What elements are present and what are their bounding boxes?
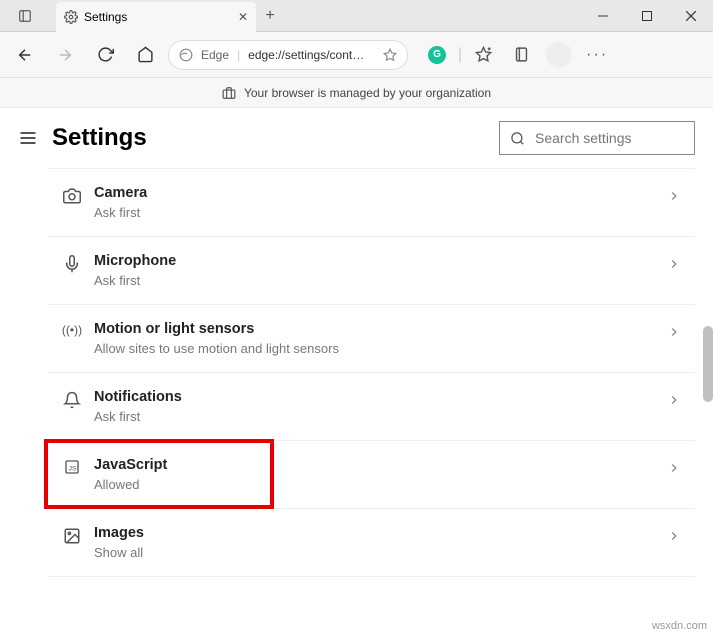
- microphone-icon: [58, 253, 86, 273]
- favorite-icon[interactable]: [383, 48, 397, 62]
- address-bar[interactable]: Edge | edge://settings/cont…: [168, 40, 408, 70]
- row-subtitle: Allowed: [94, 477, 667, 492]
- titlebar: Settings ✕ +: [0, 0, 713, 32]
- profile-button[interactable]: [542, 38, 576, 72]
- refresh-button[interactable]: [88, 38, 122, 72]
- row-subtitle: Show all: [94, 545, 667, 560]
- tab-strip-left: [0, 0, 50, 31]
- tab-title: Settings: [84, 10, 232, 24]
- managed-banner: Your browser is managed by your organiza…: [0, 78, 713, 108]
- search-icon: [510, 131, 525, 146]
- row-title: Motion or light sensors: [94, 321, 667, 337]
- row-title: Microphone: [94, 253, 667, 269]
- window-controls: [581, 0, 713, 31]
- scrollbar-thumb[interactable]: [703, 326, 713, 402]
- favorites-icon[interactable]: [466, 38, 500, 72]
- row-subtitle: Allow sites to use motion and light sens…: [94, 341, 667, 356]
- chevron-right-icon: [667, 185, 681, 203]
- browser-tab[interactable]: Settings ✕: [56, 2, 256, 32]
- menu-button[interactable]: ···: [580, 38, 614, 72]
- close-window-button[interactable]: [669, 0, 713, 31]
- svg-text:JS: JS: [69, 465, 77, 472]
- address-separator: |: [237, 48, 240, 62]
- collections-icon[interactable]: [504, 38, 538, 72]
- grammarly-icon[interactable]: G: [420, 38, 454, 72]
- bell-icon: [58, 389, 86, 409]
- sensors-icon: ((•)): [58, 321, 86, 337]
- search-settings-box[interactable]: [499, 121, 695, 155]
- row-title: Camera: [94, 185, 667, 201]
- edge-logo-icon: [179, 48, 193, 62]
- watermark: wsxdn.com: [652, 620, 707, 632]
- camera-icon: [58, 185, 86, 205]
- address-prefix: Edge: [201, 48, 229, 62]
- chevron-right-icon: [667, 321, 681, 339]
- minimize-button[interactable]: [581, 0, 625, 31]
- page-title: Settings: [52, 124, 147, 152]
- chevron-right-icon: [667, 253, 681, 271]
- chevron-right-icon: [667, 457, 681, 475]
- setting-row-images[interactable]: Images Show all: [48, 509, 695, 577]
- row-subtitle: Ask first: [94, 273, 667, 288]
- row-subtitle: Ask first: [94, 205, 667, 220]
- setting-row-notifications[interactable]: Notifications Ask first: [48, 373, 695, 441]
- settings-header: Settings: [0, 108, 713, 168]
- row-title: Images: [94, 525, 667, 541]
- address-url: edge://settings/cont…: [248, 48, 375, 62]
- maximize-button[interactable]: [625, 0, 669, 31]
- settings-content: Camera Ask first Microphone Ask first ((…: [0, 168, 713, 636]
- javascript-icon: JS: [58, 457, 86, 475]
- toolbar: Edge | edge://settings/cont… G | ···: [0, 32, 713, 78]
- home-button[interactable]: [128, 38, 162, 72]
- row-title: JavaScript: [94, 457, 667, 473]
- setting-row-javascript[interactable]: JS JavaScript Allowed: [48, 441, 695, 509]
- new-tab-button[interactable]: +: [256, 0, 284, 31]
- forward-button[interactable]: [48, 38, 82, 72]
- images-icon: [58, 525, 86, 545]
- hamburger-menu-button[interactable]: [18, 128, 38, 148]
- search-input[interactable]: [535, 130, 713, 146]
- tab-actions-icon[interactable]: [8, 0, 42, 33]
- row-subtitle: Ask first: [94, 409, 667, 424]
- chevron-right-icon: [667, 525, 681, 543]
- toolbar-divider: |: [458, 46, 462, 64]
- setting-row-motion-sensors[interactable]: ((•)) Motion or light sensors Allow site…: [48, 305, 695, 373]
- back-button[interactable]: [8, 38, 42, 72]
- chevron-right-icon: [667, 389, 681, 407]
- avatar: [546, 42, 572, 68]
- managed-text: Your browser is managed by your organiza…: [244, 86, 491, 100]
- setting-row-camera[interactable]: Camera Ask first: [48, 168, 695, 237]
- setting-row-microphone[interactable]: Microphone Ask first: [48, 237, 695, 305]
- close-tab-icon[interactable]: ✕: [238, 10, 248, 24]
- briefcase-icon: [222, 86, 236, 100]
- gear-icon: [64, 10, 78, 24]
- row-title: Notifications: [94, 389, 667, 405]
